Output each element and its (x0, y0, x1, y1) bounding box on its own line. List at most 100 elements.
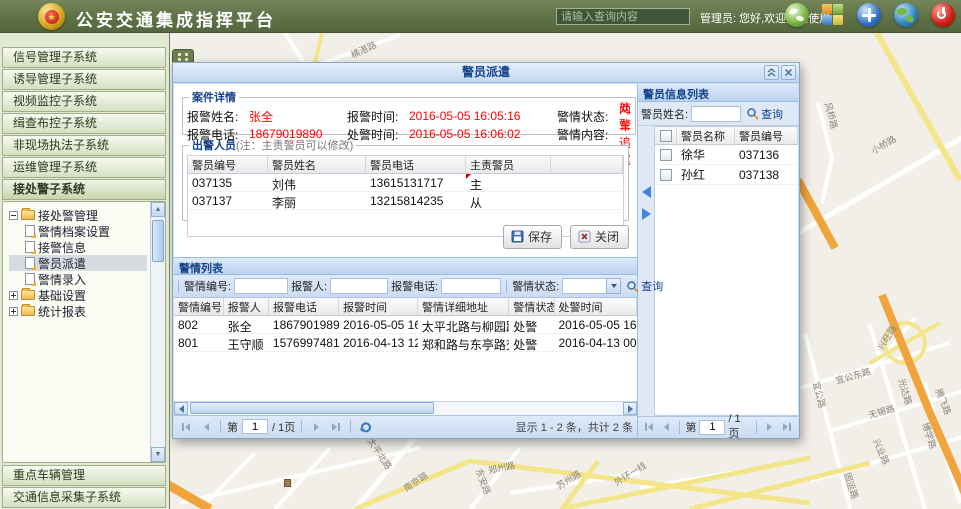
page-number-input[interactable] (242, 419, 268, 434)
globe-icon[interactable] (894, 3, 918, 27)
folder-icon (21, 306, 35, 316)
scroll-left-icon[interactable] (174, 402, 188, 415)
alert-pagination-bar: 第 / 1页 显示 1 - 2 条，共计 2 条 (174, 415, 637, 437)
scroll-right-icon[interactable] (623, 402, 637, 415)
sidebar-item-key-vehicles[interactable]: 重点车辆管理 (2, 465, 166, 486)
prev-page-icon[interactable] (198, 419, 214, 435)
chevron-down-icon[interactable] (606, 278, 621, 294)
sidebar-item-guidance[interactable]: 诱导管理子系统 (2, 69, 166, 90)
save-button[interactable]: 保存 (503, 225, 562, 249)
column-header[interactable]: 报警时间 (339, 298, 418, 315)
column-header[interactable]: 警员编号 (188, 156, 268, 173)
app-title: 公安交通集成指挥平台 (76, 6, 276, 31)
sidebar: 信号管理子系统 诱导管理子系统 视频监控子系统 缉查布控子系统 非现场执法子系统… (0, 33, 170, 509)
alert-search-button[interactable]: 查询 (624, 277, 665, 295)
sidebar-item-operations[interactable]: 运维管理子系统 (2, 157, 166, 178)
table-row[interactable]: 802 张全 18679019890 2016-05-05 16:... 太平北… (174, 316, 637, 334)
refresh-icon[interactable] (357, 419, 373, 435)
tree-item-alert-entry[interactable]: 警情录入 (9, 271, 147, 287)
close-x-icon (578, 230, 591, 243)
tree-node-statistics-reports[interactable]: 统计报表 (9, 303, 147, 319)
map-panel-toggle-button[interactable] (172, 49, 194, 63)
officer-search-button[interactable]: 查询 (744, 105, 785, 123)
dialog-titlebar[interactable]: 警员派遣 (173, 63, 799, 83)
caller-filter-input[interactable] (330, 278, 388, 294)
alert-list-filter-toolbar: 警情编号: 报警人: 报警电话: 警情状态: (174, 275, 637, 298)
sidebar-item-dispatch-subsystem[interactable]: 接处警子系统 (2, 179, 166, 200)
collapse-icon[interactable] (764, 65, 779, 80)
sidebar-item-signal[interactable]: 信号管理子系统 (2, 47, 166, 68)
table-row[interactable]: 徐华 037136 (655, 145, 798, 165)
status-filter-select[interactable] (562, 278, 621, 294)
horizontal-scrollbar[interactable] (174, 401, 637, 415)
sidebar-item-investigation[interactable]: 缉查布控子系统 (2, 113, 166, 134)
expand-plus-icon[interactable] (9, 307, 18, 316)
add-icon[interactable] (857, 3, 881, 27)
transfer-left-icon[interactable] (642, 186, 651, 198)
first-page-icon[interactable] (641, 419, 656, 435)
column-header[interactable]: 警员姓名 (268, 156, 366, 173)
table-row[interactable]: 037137 李丽 13215814235 从 (188, 192, 623, 210)
phone-filter-input[interactable] (441, 278, 501, 294)
page-count-label: / 1页 (272, 419, 295, 435)
collapse-minus-icon[interactable] (9, 211, 18, 220)
scroll-up-icon[interactable]: ▲ (151, 202, 165, 217)
table-row[interactable]: 孙红 037138 (655, 165, 798, 185)
tree-scrollbar[interactable]: ▲ ▼ (150, 202, 165, 462)
tree-item-alert-intake[interactable]: 接警信息 (9, 239, 147, 255)
transfer-right-icon[interactable] (642, 208, 651, 220)
column-header[interactable]: 警情状态 (509, 298, 554, 315)
first-page-icon[interactable] (178, 419, 194, 435)
prev-page-icon[interactable] (659, 419, 674, 435)
row-checkbox[interactable] (655, 149, 677, 161)
sidebar-item-video[interactable]: 视频监控子系统 (2, 91, 166, 112)
officer-search-row: 警员姓名: 查询 (638, 102, 798, 126)
table-row[interactable]: 801 王守顺 15769974813 2016-04-13 12:... 郑和… (174, 334, 637, 352)
tree-node-basic-settings[interactable]: 基础设置 (9, 287, 147, 303)
scrollbar-thumb[interactable] (152, 220, 164, 262)
expand-plus-icon[interactable] (9, 291, 18, 300)
close-button[interactable]: 关闭 (570, 225, 629, 249)
last-page-icon[interactable] (328, 419, 344, 435)
tree-node-dispatch-management[interactable]: 接处警管理 (9, 207, 147, 223)
gis-globe-icon[interactable] (785, 3, 809, 27)
column-header[interactable]: 警员名称 (677, 127, 735, 144)
alert-list-panel: 警情列表 警情编号: 报警人: 报警电话: 警情状态: (174, 257, 637, 437)
caller-filter-label: 报警人: (291, 278, 327, 294)
page-number-input[interactable] (699, 420, 725, 435)
next-page-icon[interactable] (762, 419, 777, 435)
officer-name-filter-input[interactable] (691, 106, 741, 122)
page-icon (25, 225, 35, 237)
column-header[interactable]: 主责警员 (466, 156, 551, 173)
column-header-sorted[interactable]: 警情编号 (174, 298, 224, 315)
scrollbar-thumb[interactable] (190, 402, 434, 414)
dialog-main-area: 案件详情 报警姓名: 张全 报警时间: 2016-05-05 16:05:16 … (174, 84, 638, 437)
tree-item-officer-dispatch[interactable]: 警员派遣 (9, 255, 147, 271)
report-time-label: 报警时间: (347, 108, 409, 125)
sidebar-item-offsite-enforcement[interactable]: 非现场执法子系统 (2, 135, 166, 156)
column-header[interactable]: 报警人 (224, 298, 269, 315)
page-prefix-label: 第 (227, 419, 238, 435)
last-page-icon[interactable] (780, 419, 795, 435)
search-icon (746, 107, 759, 120)
alert-id-filter-input[interactable] (234, 278, 288, 294)
column-header[interactable]: 警员编号 (735, 127, 798, 144)
modules-grid-icon[interactable] (822, 4, 844, 26)
tree-item-alert-archive-settings[interactable]: 警情档案设置 (9, 223, 147, 239)
next-page-icon[interactable] (308, 419, 324, 435)
page-prefix-label: 第 (685, 419, 696, 435)
column-header[interactable]: 处警时间 (555, 298, 637, 315)
table-row[interactable]: 037135 刘伟 13615131717 主 (188, 174, 623, 192)
close-icon[interactable] (781, 65, 796, 80)
column-header[interactable]: 报警电话 (269, 298, 339, 315)
column-header[interactable]: 警情详细地址 (418, 298, 509, 315)
select-all-checkbox[interactable] (655, 127, 677, 144)
column-header[interactable]: 警员电话 (366, 156, 466, 173)
power-icon[interactable] (931, 3, 955, 27)
sidebar-item-traffic-info-collection[interactable]: 交通信息采集子系统 (2, 487, 166, 508)
report-time-value: 2016-05-05 16:05:16 (409, 109, 557, 123)
row-checkbox[interactable] (655, 169, 677, 181)
global-search-input[interactable] (556, 8, 690, 25)
alert-grid-header: 警情编号 报警人 报警电话 报警时间 警情详细地址 警情状态 处警时间 (174, 298, 637, 316)
scroll-down-icon[interactable]: ▼ (151, 447, 165, 462)
